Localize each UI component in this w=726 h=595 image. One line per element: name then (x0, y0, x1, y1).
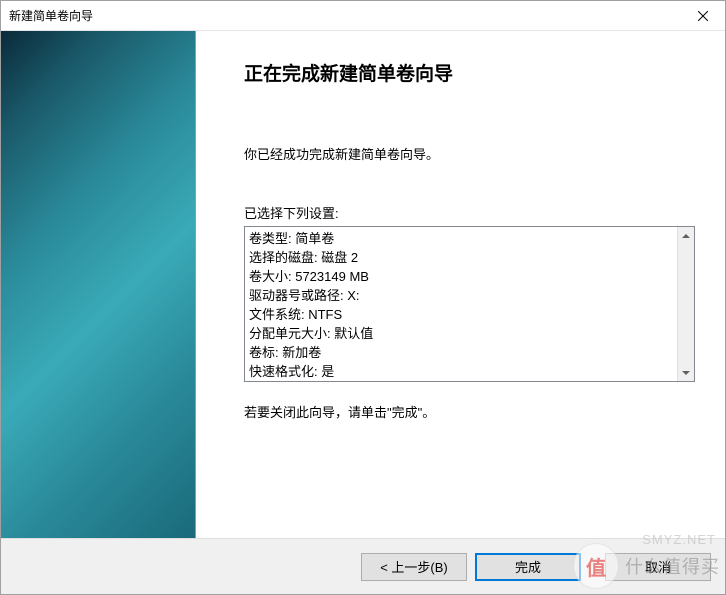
scroll-down-button[interactable] (678, 364, 694, 381)
list-item: 卷类型: 简单卷 (249, 229, 673, 248)
page-heading: 正在完成新建简单卷向导 (244, 59, 695, 86)
list-item: 卷大小: 5723149 MB (249, 267, 673, 286)
titlebar: 新建简单卷向导 (1, 1, 725, 31)
settings-listbox[interactable]: 卷类型: 简单卷 选择的磁盘: 磁盘 2 卷大小: 5723149 MB 驱动器… (244, 226, 695, 382)
list-item: 快速格式化: 是 (249, 362, 673, 381)
list-item: 分配单元大小: 默认值 (249, 324, 673, 343)
cancel-button[interactable]: 取消 (605, 553, 711, 581)
back-button[interactable]: < 上一步(B) (361, 553, 467, 581)
chevron-down-icon (682, 369, 690, 377)
wizard-window: 新建简单卷向导 正在完成新建简单卷向导 你已经成功完成新建简单卷向导。 已选择下… (0, 0, 726, 595)
window-title: 新建简单卷向导 (9, 7, 93, 24)
scroll-up-button[interactable] (678, 227, 694, 244)
wizard-sidebar-image (1, 31, 196, 538)
close-icon (698, 11, 708, 21)
intro-text: 你已经成功完成新建简单卷向导。 (244, 144, 695, 163)
settings-list-content: 卷类型: 简单卷 选择的磁盘: 磁盘 2 卷大小: 5723149 MB 驱动器… (245, 227, 677, 381)
chevron-up-icon (682, 232, 690, 240)
closing-instruction: 若要关闭此向导，请单击"完成"。 (244, 402, 695, 421)
list-item: 选择的磁盘: 磁盘 2 (249, 248, 673, 267)
wizard-body: 正在完成新建简单卷向导 你已经成功完成新建简单卷向导。 已选择下列设置: 卷类型… (1, 31, 725, 538)
list-item: 卷标: 新加卷 (249, 343, 673, 362)
scrollbar[interactable] (677, 227, 694, 381)
wizard-content: 正在完成新建简单卷向导 你已经成功完成新建简单卷向导。 已选择下列设置: 卷类型… (196, 31, 725, 538)
list-item: 驱动器号或路径: X: (249, 286, 673, 305)
finish-button[interactable]: 完成 (475, 553, 581, 581)
wizard-footer: < 上一步(B) 完成 取消 (1, 538, 725, 594)
settings-label: 已选择下列设置: (244, 203, 695, 222)
close-button[interactable] (680, 1, 725, 30)
list-item: 文件系统: NTFS (249, 305, 673, 324)
